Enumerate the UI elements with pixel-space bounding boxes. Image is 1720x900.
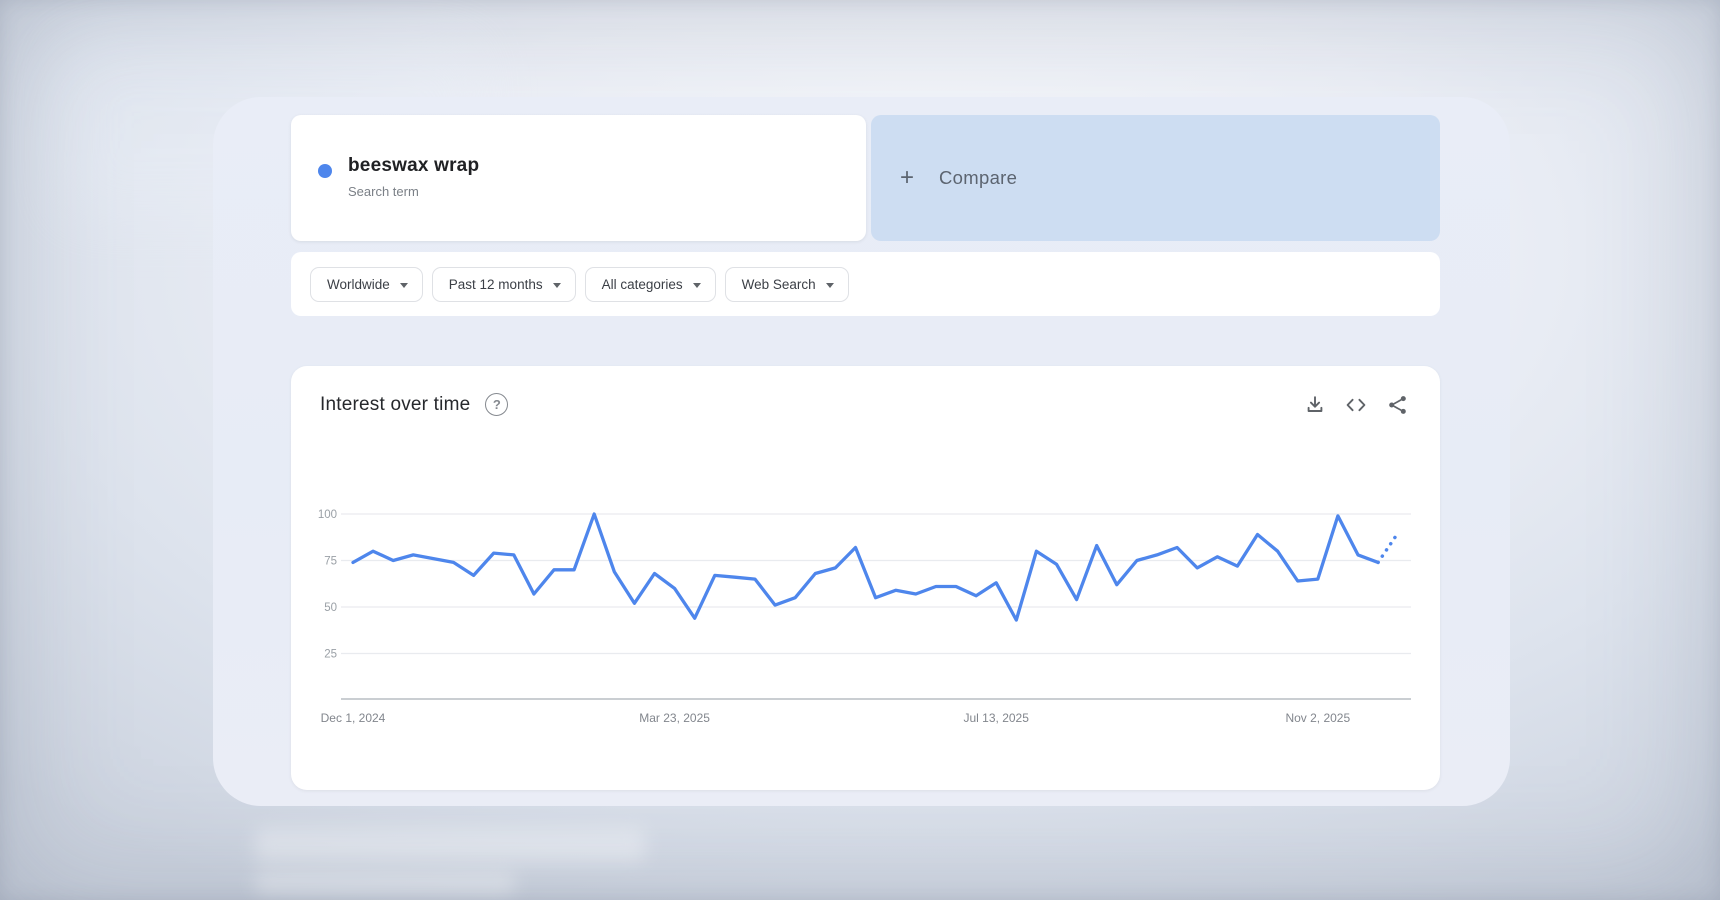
- filters-bar: Worldwide Past 12 months All categories …: [291, 252, 1440, 316]
- x-tick-label: Jul 13, 2025: [964, 711, 1030, 725]
- background-blob: [255, 828, 645, 862]
- chevron-down-icon: [400, 283, 408, 288]
- search-term-text: beeswax wrap: [348, 155, 479, 177]
- filter-search-type-label: Web Search: [742, 277, 816, 292]
- filter-time-label: Past 12 months: [449, 277, 543, 292]
- background-blob: [255, 872, 515, 894]
- x-tick-label: Dec 1, 2024: [321, 711, 386, 725]
- series-color-dot: [318, 164, 332, 178]
- compare-label: Compare: [939, 167, 1017, 189]
- y-tick-label: 75: [324, 556, 337, 568]
- y-tick-label: 50: [324, 602, 337, 614]
- plus-icon: +: [900, 166, 914, 190]
- chevron-down-icon: [693, 283, 701, 288]
- compare-button[interactable]: + Compare: [871, 115, 1440, 241]
- chevron-down-icon: [826, 283, 834, 288]
- trend-line-partial-dotted: [1378, 533, 1398, 563]
- search-term-card[interactable]: beeswax wrap Search term: [291, 115, 866, 241]
- filter-category-label: All categories: [602, 277, 683, 292]
- x-tick-label: Nov 2, 2025: [1285, 711, 1350, 725]
- filter-search-type-dropdown[interactable]: Web Search: [725, 267, 849, 302]
- filter-geo-dropdown[interactable]: Worldwide: [310, 267, 423, 302]
- chevron-down-icon: [553, 283, 561, 288]
- explore-panel: beeswax wrap Search term + Compare World…: [213, 97, 1510, 806]
- y-tick-label: 25: [324, 649, 337, 661]
- filter-geo-label: Worldwide: [327, 277, 390, 292]
- y-tick-label: 100: [318, 509, 337, 521]
- trend-chart: 100 75 50 25 Dec 1, 2024 Mar 23, 2025 Ju…: [291, 366, 1440, 790]
- filter-category-dropdown[interactable]: All categories: [585, 267, 716, 302]
- trend-line: [353, 514, 1378, 620]
- x-tick-label: Mar 23, 2025: [639, 711, 710, 725]
- interest-over-time-card: Interest over time ?: [291, 366, 1440, 790]
- search-term-type-label: Search term: [348, 184, 419, 199]
- filter-time-dropdown[interactable]: Past 12 months: [432, 267, 576, 302]
